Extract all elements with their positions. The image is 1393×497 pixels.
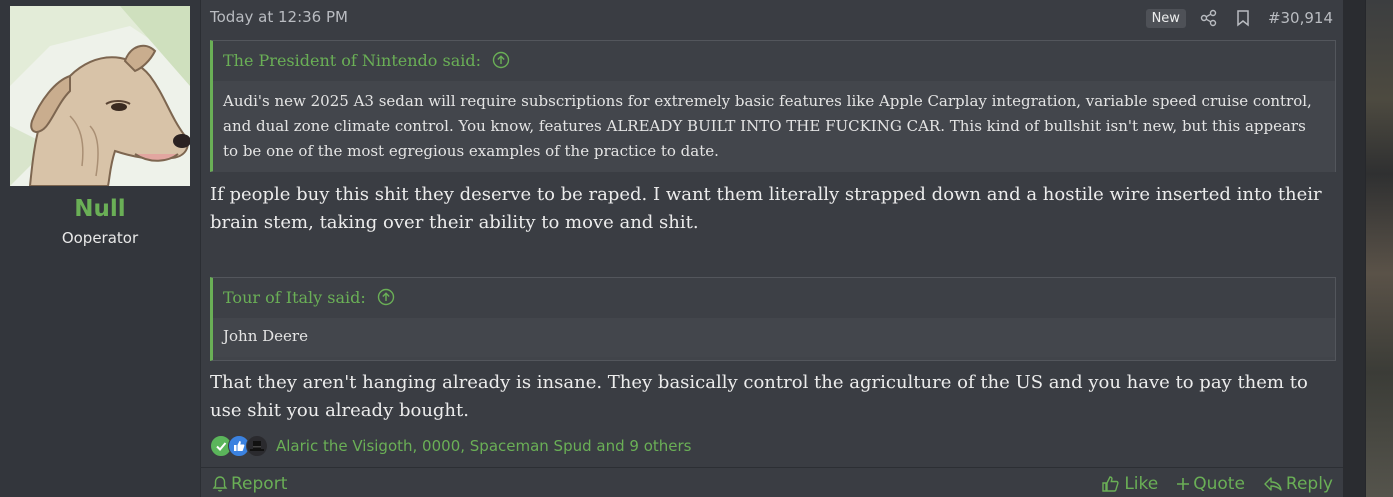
top-hat-reaction-icon[interactable] (246, 435, 268, 457)
arrow-up-circle-icon[interactable] (377, 288, 395, 306)
reply-label: Reply (1285, 474, 1333, 494)
quote-header-2[interactable]: Tour of Italy said: (213, 278, 1335, 318)
post-actions-left: Report (212, 474, 287, 494)
user-title: Ooperator (61, 229, 139, 247)
reactions-list[interactable]: Alaric the Visigoth, 0000, Spaceman Spud… (276, 437, 691, 455)
sidebar-image-strip[interactable] (1366, 0, 1393, 497)
plus-icon (1177, 478, 1190, 490)
quote-author-2[interactable]: Tour of Italy said: (223, 288, 366, 307)
reactions-bar[interactable]: Alaric the Visigoth, 0000, Spaceman Spud… (210, 434, 691, 458)
post-paragraph-1: If people buy this shit they deserve to … (210, 184, 1322, 233)
quote-label: Quote (1193, 474, 1245, 494)
quote-block-2: Tour of Italy said: John Deere (210, 277, 1336, 361)
right-sidebar (1343, 0, 1393, 497)
quote-block-1: The President of Nintendo said: Audi's n… (210, 40, 1336, 172)
post-main: Today at 12:36 PM New #30,914 The Presid… (200, 0, 1343, 497)
dog-avatar-image (10, 6, 190, 186)
reply-arrow-icon (1264, 477, 1282, 491)
reply-button[interactable]: Reply (1263, 474, 1333, 494)
report-label: Report (231, 474, 288, 494)
like-label: Like (1124, 474, 1159, 494)
quote-button[interactable]: Quote (1176, 474, 1245, 494)
post-actions-right: Like Quote Reply (1083, 474, 1333, 494)
username[interactable]: Null (0, 196, 200, 222)
like-button[interactable]: Like (1101, 474, 1158, 494)
quote-text-2: John Deere (213, 318, 1335, 357)
post-number[interactable]: #30,914 (1268, 9, 1333, 27)
post-container: Null Ooperator Today at 12:36 PM New #30… (0, 0, 1343, 497)
thumbs-up-icon (1102, 476, 1119, 492)
bell-icon (212, 476, 228, 492)
post-paragraph-2: That they aren't hanging already is insa… (210, 372, 1308, 421)
quote-author-1[interactable]: The President of Nintendo said: (223, 51, 481, 70)
bookmark-icon[interactable] (1234, 9, 1252, 27)
quote-header-1[interactable]: The President of Nintendo said: (213, 41, 1335, 81)
footer-divider (200, 467, 1343, 468)
report-button[interactable]: Report (212, 474, 287, 494)
new-badge: New (1145, 8, 1186, 28)
share-icon[interactable] (1200, 9, 1218, 27)
avatar[interactable] (10, 6, 190, 186)
post-timestamp[interactable]: Today at 12:36 PM (210, 8, 348, 26)
sidebar-gutter (1343, 0, 1365, 497)
arrow-up-circle-icon[interactable] (492, 51, 510, 69)
quote-text-1: Audi's new 2025 A3 sedan will require su… (213, 81, 1335, 172)
user-column: Null Ooperator (0, 0, 201, 497)
post-meta: New #30,914 (1145, 6, 1333, 30)
